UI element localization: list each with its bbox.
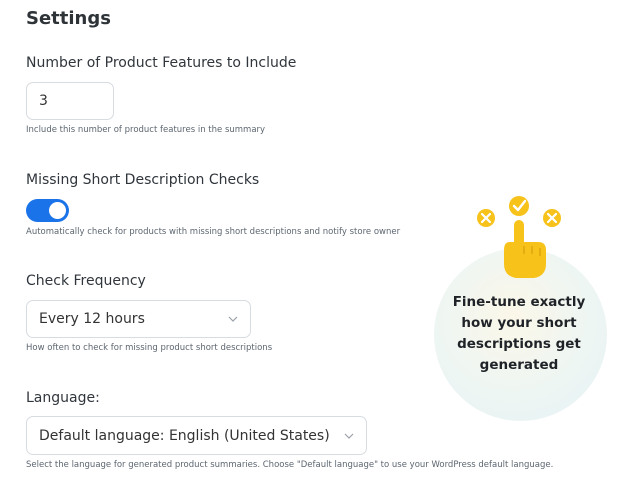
promo-line-2: how your short [461, 315, 577, 331]
promo-text: Fine-tune exactly how your short descrip… [444, 292, 594, 376]
language-select[interactable]: Default language: English (United States… [26, 416, 367, 455]
frequency-selected: Every 12 hours [39, 311, 145, 327]
frequency-select[interactable]: Every 12 hours [26, 300, 251, 338]
missing-help: Automatically check for products with mi… [26, 227, 401, 237]
close-icon [477, 209, 495, 227]
frequency-label: Check Frequency [26, 273, 146, 289]
features-label: Number of Product Features to Include [26, 55, 297, 71]
language-label: Language: [26, 390, 100, 406]
chevron-down-icon [344, 433, 354, 439]
missing-check-toggle[interactable] [26, 199, 69, 222]
pointing-hand-icon [504, 220, 546, 278]
language-help: Select the language for generated produc… [26, 460, 554, 470]
close-icon [543, 209, 561, 227]
toggle-knob [49, 202, 66, 219]
language-selected: Default language: English (United States… [39, 427, 330, 444]
frequency-help: How often to check for missing product s… [26, 343, 273, 353]
chevron-down-icon [228, 316, 238, 322]
missing-label: Missing Short Description Checks [26, 172, 260, 188]
features-input[interactable]: 3 [26, 82, 114, 120]
promo-line-1: Fine-tune exactly [452, 294, 586, 310]
page-title: Settings [26, 8, 111, 29]
promo-line-4: generated [479, 357, 559, 373]
features-value: 3 [39, 93, 48, 109]
features-help: Include this number of product features … [26, 125, 266, 135]
promo-line-3: descriptions get [457, 336, 581, 352]
checkmark-icon [509, 196, 529, 216]
promo-illustration [477, 196, 561, 278]
